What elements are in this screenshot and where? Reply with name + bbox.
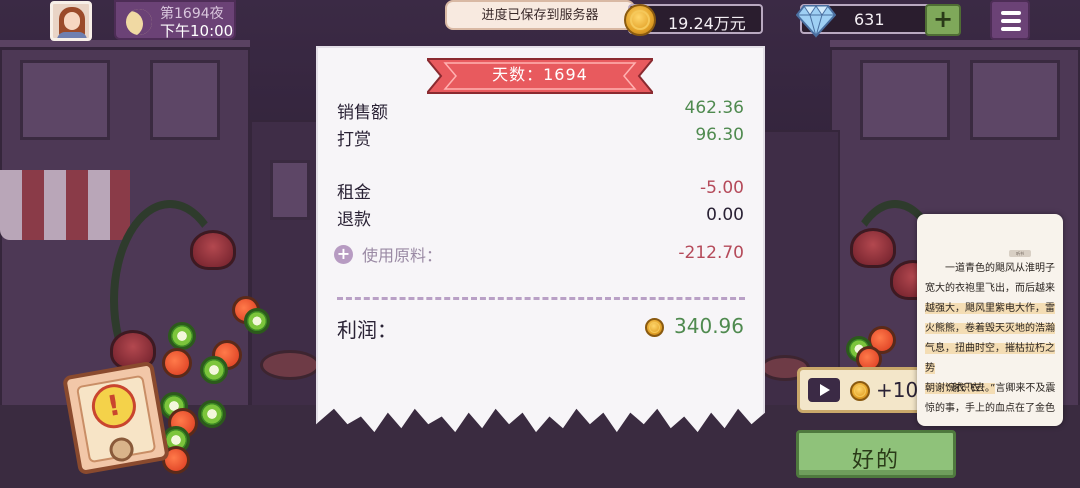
night-time-panel: 第1694夜 下午10:00 [114,0,236,40]
refund-label: 退款 [337,210,371,230]
reader-line: 越强大，飓风里紫电大作，雷 [925,299,1057,319]
window [860,60,950,140]
reward-value: +10 [876,378,919,402]
money-panel: 19.24万元 [624,4,763,36]
refund-value: 0.00 [706,205,744,225]
window [20,60,110,140]
reader-line: 宽大的衣袍里飞出，而后越来 [925,283,1055,294]
day-ribbon: 天数：1694 [427,57,653,95]
watch-ad-reward-button[interactable]: +10 [797,367,927,413]
striped-awning [0,170,130,240]
reader-line: 惊的事，手上的血点在了金色 [925,403,1055,414]
gem-value: 631 [854,10,885,29]
ok-button[interactable]: 好的 [796,430,956,478]
sales-label: 销售额 [337,103,388,123]
ingredients-value: -212.70 [678,243,744,263]
rent-value: -5.00 [700,178,744,198]
rose-decoration [850,228,896,268]
window [270,160,310,220]
reading-overlay[interactable]: 听书 一道青色的飓风从淮明子 宽大的衣袍里飞出，而后越来 越强大，飓风里紫电大作… [917,214,1063,426]
reader-line: “谢识衣！”言卿来不及震 [945,383,1056,394]
reader-line: 气息，扭曲时空，摧枯拉朽之势 [925,339,1057,379]
ok-button-label: 好的 [851,448,900,473]
highlighted-text: 气息，扭曲时空，摧枯拉朽之势 [925,343,1055,374]
divider [337,297,745,300]
window [150,60,220,140]
reader-paragraph: 一道青色的飓风从淮明子 宽大的衣袍里飞出，而后越来 越强大，飓风里紫电大作，雷 … [925,259,1057,399]
hamburger-icon [1001,27,1021,31]
tips-label: 打赏 [337,130,371,150]
player-avatar[interactable] [50,1,92,41]
window [970,60,1060,140]
highlighted-text: 火熊熊，卷着毁天灭地的浩瀚 [925,323,1055,334]
diamond-icon [796,5,836,38]
coin-icon [850,381,870,401]
pepper-slice [168,322,196,350]
ledge [0,40,250,50]
gem-panel: 631 + [796,4,961,38]
tips-value: 96.30 [695,125,744,145]
profit-label: 利润： [337,318,397,342]
reader-line: 火熊熊，卷着毁天灭地的浩瀚 [925,319,1057,339]
highlighted-text: 越强大，飓风里紫电大作，雷 [925,303,1055,314]
pepper-slice [200,356,228,384]
reader-paragraph: “谢识衣！”言卿来不及震 惊的事，手上的血点在了金色 [925,379,1057,419]
money-value: 19.24万元 [668,14,746,33]
sales-value: 462.36 [684,98,744,118]
menu-button[interactable] [990,0,1030,40]
coin-icon [624,4,656,36]
clock-time: 下午10:00 [160,22,234,40]
tomato [162,348,192,378]
expand-ingredients-button[interactable]: + [334,245,353,264]
reader-tag[interactable]: 听书 [1009,250,1031,257]
hamburger-icon [1001,11,1021,15]
profit-value: 340.96 [674,314,744,338]
cafe-table [260,350,320,380]
reader-line: 一道青色的飓风从淮明子 [945,263,1055,274]
add-gems-button[interactable]: + [925,4,961,36]
avatar-shirt [57,32,87,38]
event-card[interactable]: ! [62,360,170,476]
pepper-slice [244,308,270,334]
avatar-face [64,12,80,30]
ingredients-label[interactable]: 使用原料： [362,242,442,266]
pepper-slice [198,400,226,428]
rose-decoration [190,230,236,270]
coin-icon [645,318,664,337]
rent-label: 租金 [337,183,371,203]
save-toast: 进度已保存到服务器 [445,0,635,30]
hamburger-icon [1001,19,1021,23]
ledge [830,40,1080,50]
moon-icon [121,4,157,40]
day-title: 天数：1694 [492,65,588,84]
play-video-icon [808,378,840,402]
